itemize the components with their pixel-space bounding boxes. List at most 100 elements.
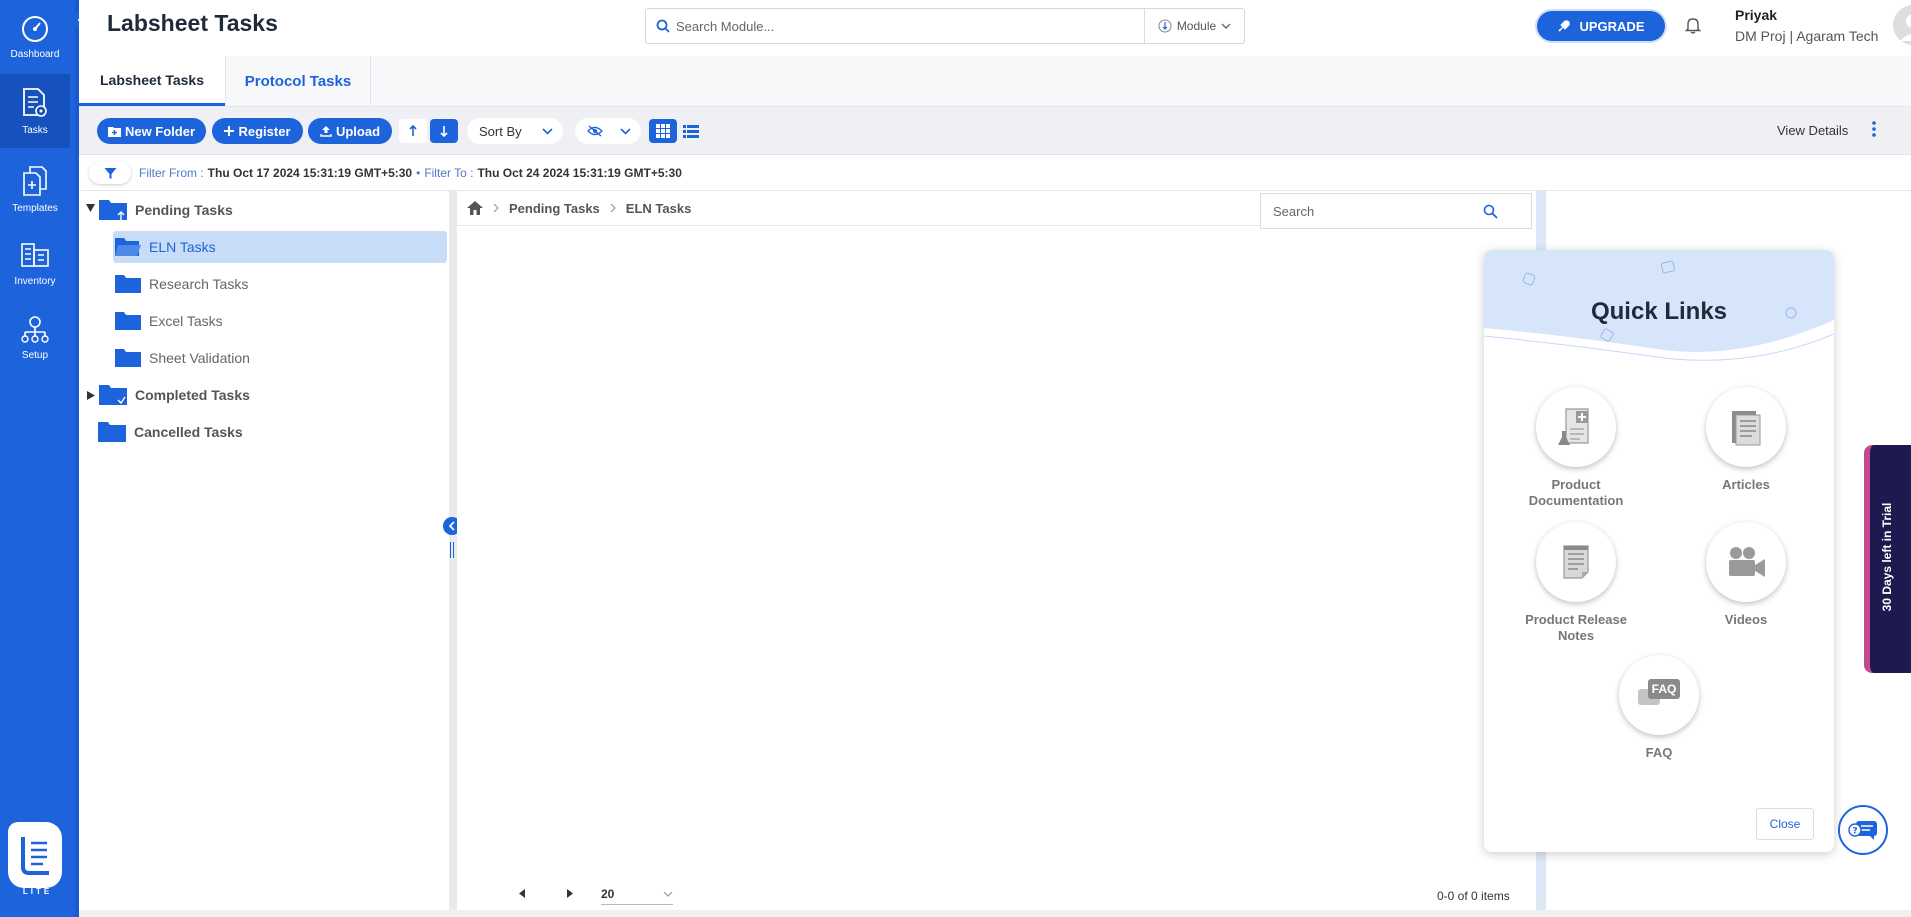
breadcrumb: Pending Tasks ELN Tasks — [457, 191, 1260, 226]
quick-link-articles[interactable]: Articles — [1686, 387, 1806, 493]
nav-label-tasks: Tasks — [22, 124, 48, 136]
help-chat-button[interactable]: ? — [1838, 805, 1888, 855]
rocket-icon — [1558, 20, 1571, 32]
register-button[interactable]: Register — [212, 118, 303, 144]
quick-link-circle — [1536, 387, 1616, 467]
chevron-down-icon — [1221, 23, 1231, 29]
page-size-value: 20 — [601, 886, 615, 901]
nav-item-tasks[interactable]: Tasks — [0, 74, 70, 148]
quick-link-videos[interactable]: Videos — [1686, 522, 1806, 628]
tree-item-excel-tasks[interactable]: Excel Tasks — [113, 305, 447, 337]
folder-tree: Pending Tasks ELN Tasks Research Tasks E… — [79, 191, 449, 911]
sort-by-dropdown[interactable]: Sort By — [467, 118, 563, 144]
module-search: Module — [645, 8, 1245, 44]
content-search-input[interactable] — [1273, 203, 1483, 219]
view-details-link[interactable]: View Details — [1777, 123, 1848, 138]
sort-ascending-button[interactable] — [399, 119, 427, 143]
folder-icon — [99, 200, 127, 220]
quick-link-label: FAQ — [1645, 745, 1673, 760]
chevron-down-icon — [663, 891, 673, 897]
upgrade-button[interactable]: UPGRADE — [1537, 11, 1665, 41]
quick-link-label: Product Documentation — [1528, 477, 1624, 508]
tree-item-completed-tasks[interactable]: Completed Tasks — [99, 379, 399, 411]
module-dropdown[interactable]: Module — [1144, 9, 1244, 43]
upload-button[interactable]: Upload — [308, 118, 392, 144]
list-view-button[interactable] — [677, 119, 705, 143]
breadcrumb-eln-tasks[interactable]: ELN Tasks — [626, 201, 692, 216]
module-search-input[interactable] — [676, 18, 1136, 34]
chevron-right-icon — [610, 203, 616, 213]
previous-page-icon[interactable] — [519, 889, 525, 898]
sort-descending-button[interactable] — [430, 119, 458, 143]
faq-badge-text: FAQ — [1651, 682, 1677, 696]
logo-mark-icon — [21, 837, 49, 875]
nav-item-dashboard[interactable]: Dashboard — [0, 0, 70, 74]
grid-view-icon — [656, 124, 670, 138]
quick-link-faq[interactable]: FAQ FAQ — [1599, 655, 1719, 761]
next-page-icon[interactable] — [567, 889, 573, 898]
visibility-dropdown[interactable] — [575, 118, 641, 144]
nav-label-dashboard: Dashboard — [10, 48, 60, 60]
nav-item-inventory[interactable]: Inventory — [0, 226, 70, 300]
quick-link-circle: FAQ — [1619, 655, 1699, 735]
more-options-icon[interactable] — [1872, 121, 1876, 137]
folder-icon — [115, 275, 141, 293]
plus-icon — [224, 126, 235, 136]
home-icon[interactable] — [467, 201, 483, 215]
sort-by-label: Sort By — [479, 123, 522, 139]
register-label: Register — [238, 123, 291, 139]
collapsed-caret-icon[interactable] — [87, 391, 95, 400]
quick-link-label: Product Release Notes — [1525, 612, 1627, 643]
page-size-select[interactable]: 20 — [601, 883, 673, 905]
avatar[interactable] — [1893, 5, 1911, 45]
breadcrumb-pending-tasks[interactable]: Pending Tasks — [509, 201, 600, 216]
list-view-icon — [683, 124, 699, 138]
tree-label-cancelled-tasks: Cancelled Tasks — [134, 424, 243, 440]
nav-item-templates[interactable]: Templates — [0, 152, 70, 226]
filter-button[interactable] — [89, 162, 131, 184]
horizontal-scrollbar[interactable] — [79, 910, 1911, 917]
filter-row: Filter From : Thu Oct 17 2024 15:31:19 G… — [79, 155, 1911, 191]
filter-summary: Filter From : Thu Oct 17 2024 15:31:19 G… — [139, 166, 682, 180]
svg-text:?: ? — [1852, 827, 1857, 837]
folder-icon — [115, 312, 141, 330]
chevron-down-icon — [620, 127, 631, 135]
tree-item-sheet-validation[interactable]: Sheet Validation — [113, 342, 447, 374]
filter-from-value: Thu Oct 17 2024 15:31:19 GMT+5:30 — [207, 166, 413, 180]
tree-item-research-tasks[interactable]: Research Tasks — [113, 268, 447, 300]
quick-link-product-release-notes[interactable]: Product Release Notes — [1516, 522, 1636, 644]
tab-bar: Labsheet Tasks Protocol Tasks — [79, 56, 1911, 107]
resize-grip-icon[interactable] — [449, 542, 455, 558]
tree-item-eln-tasks[interactable]: ELN Tasks — [113, 231, 447, 263]
faq-bubble: FAQ — [1648, 679, 1680, 699]
tab-labsheet-tasks[interactable]: Labsheet Tasks — [79, 56, 225, 106]
tree-item-cancelled-tasks[interactable]: Cancelled Tasks — [98, 416, 398, 448]
tree-item-pending-tasks[interactable]: Pending Tasks — [99, 194, 399, 226]
product-documentation-icon — [1558, 408, 1589, 445]
page-title: Labsheet Tasks — [107, 10, 278, 36]
notification-bell-icon[interactable] — [1685, 16, 1701, 34]
filter-separator: • — [416, 166, 421, 180]
tasks-document-icon — [23, 87, 47, 117]
new-folder-button[interactable]: New Folder — [97, 118, 206, 144]
close-button[interactable]: Close — [1756, 808, 1814, 840]
nav-label-setup: Setup — [21, 349, 49, 361]
quick-link-product-documentation[interactable]: Product Documentation — [1516, 387, 1636, 509]
faq-icon: FAQ — [1638, 679, 1680, 711]
search-icon[interactable] — [1483, 204, 1498, 219]
expand-caret-icon[interactable] — [86, 204, 95, 212]
pagination: 20 0-0 of 0 items — [457, 879, 1536, 911]
tab-protocol-tasks[interactable]: Protocol Tasks — [225, 56, 371, 106]
chat-help-icon: ? — [1848, 821, 1877, 840]
folder-open-icon — [115, 238, 141, 256]
module-icon — [1158, 19, 1172, 33]
chevron-left-icon — [448, 521, 455, 531]
release-notes-icon — [1563, 545, 1589, 579]
quick-links-title: Quick Links — [1590, 298, 1728, 325]
grid-view-button[interactable] — [649, 119, 677, 143]
folder-icon — [99, 385, 127, 405]
quick-link-circle — [1706, 387, 1786, 467]
nav-item-setup[interactable]: Setup — [0, 300, 70, 374]
trial-banner[interactable]: 30 Days left in Trial — [1866, 445, 1911, 673]
quick-link-label: Videos — [1724, 612, 1768, 627]
